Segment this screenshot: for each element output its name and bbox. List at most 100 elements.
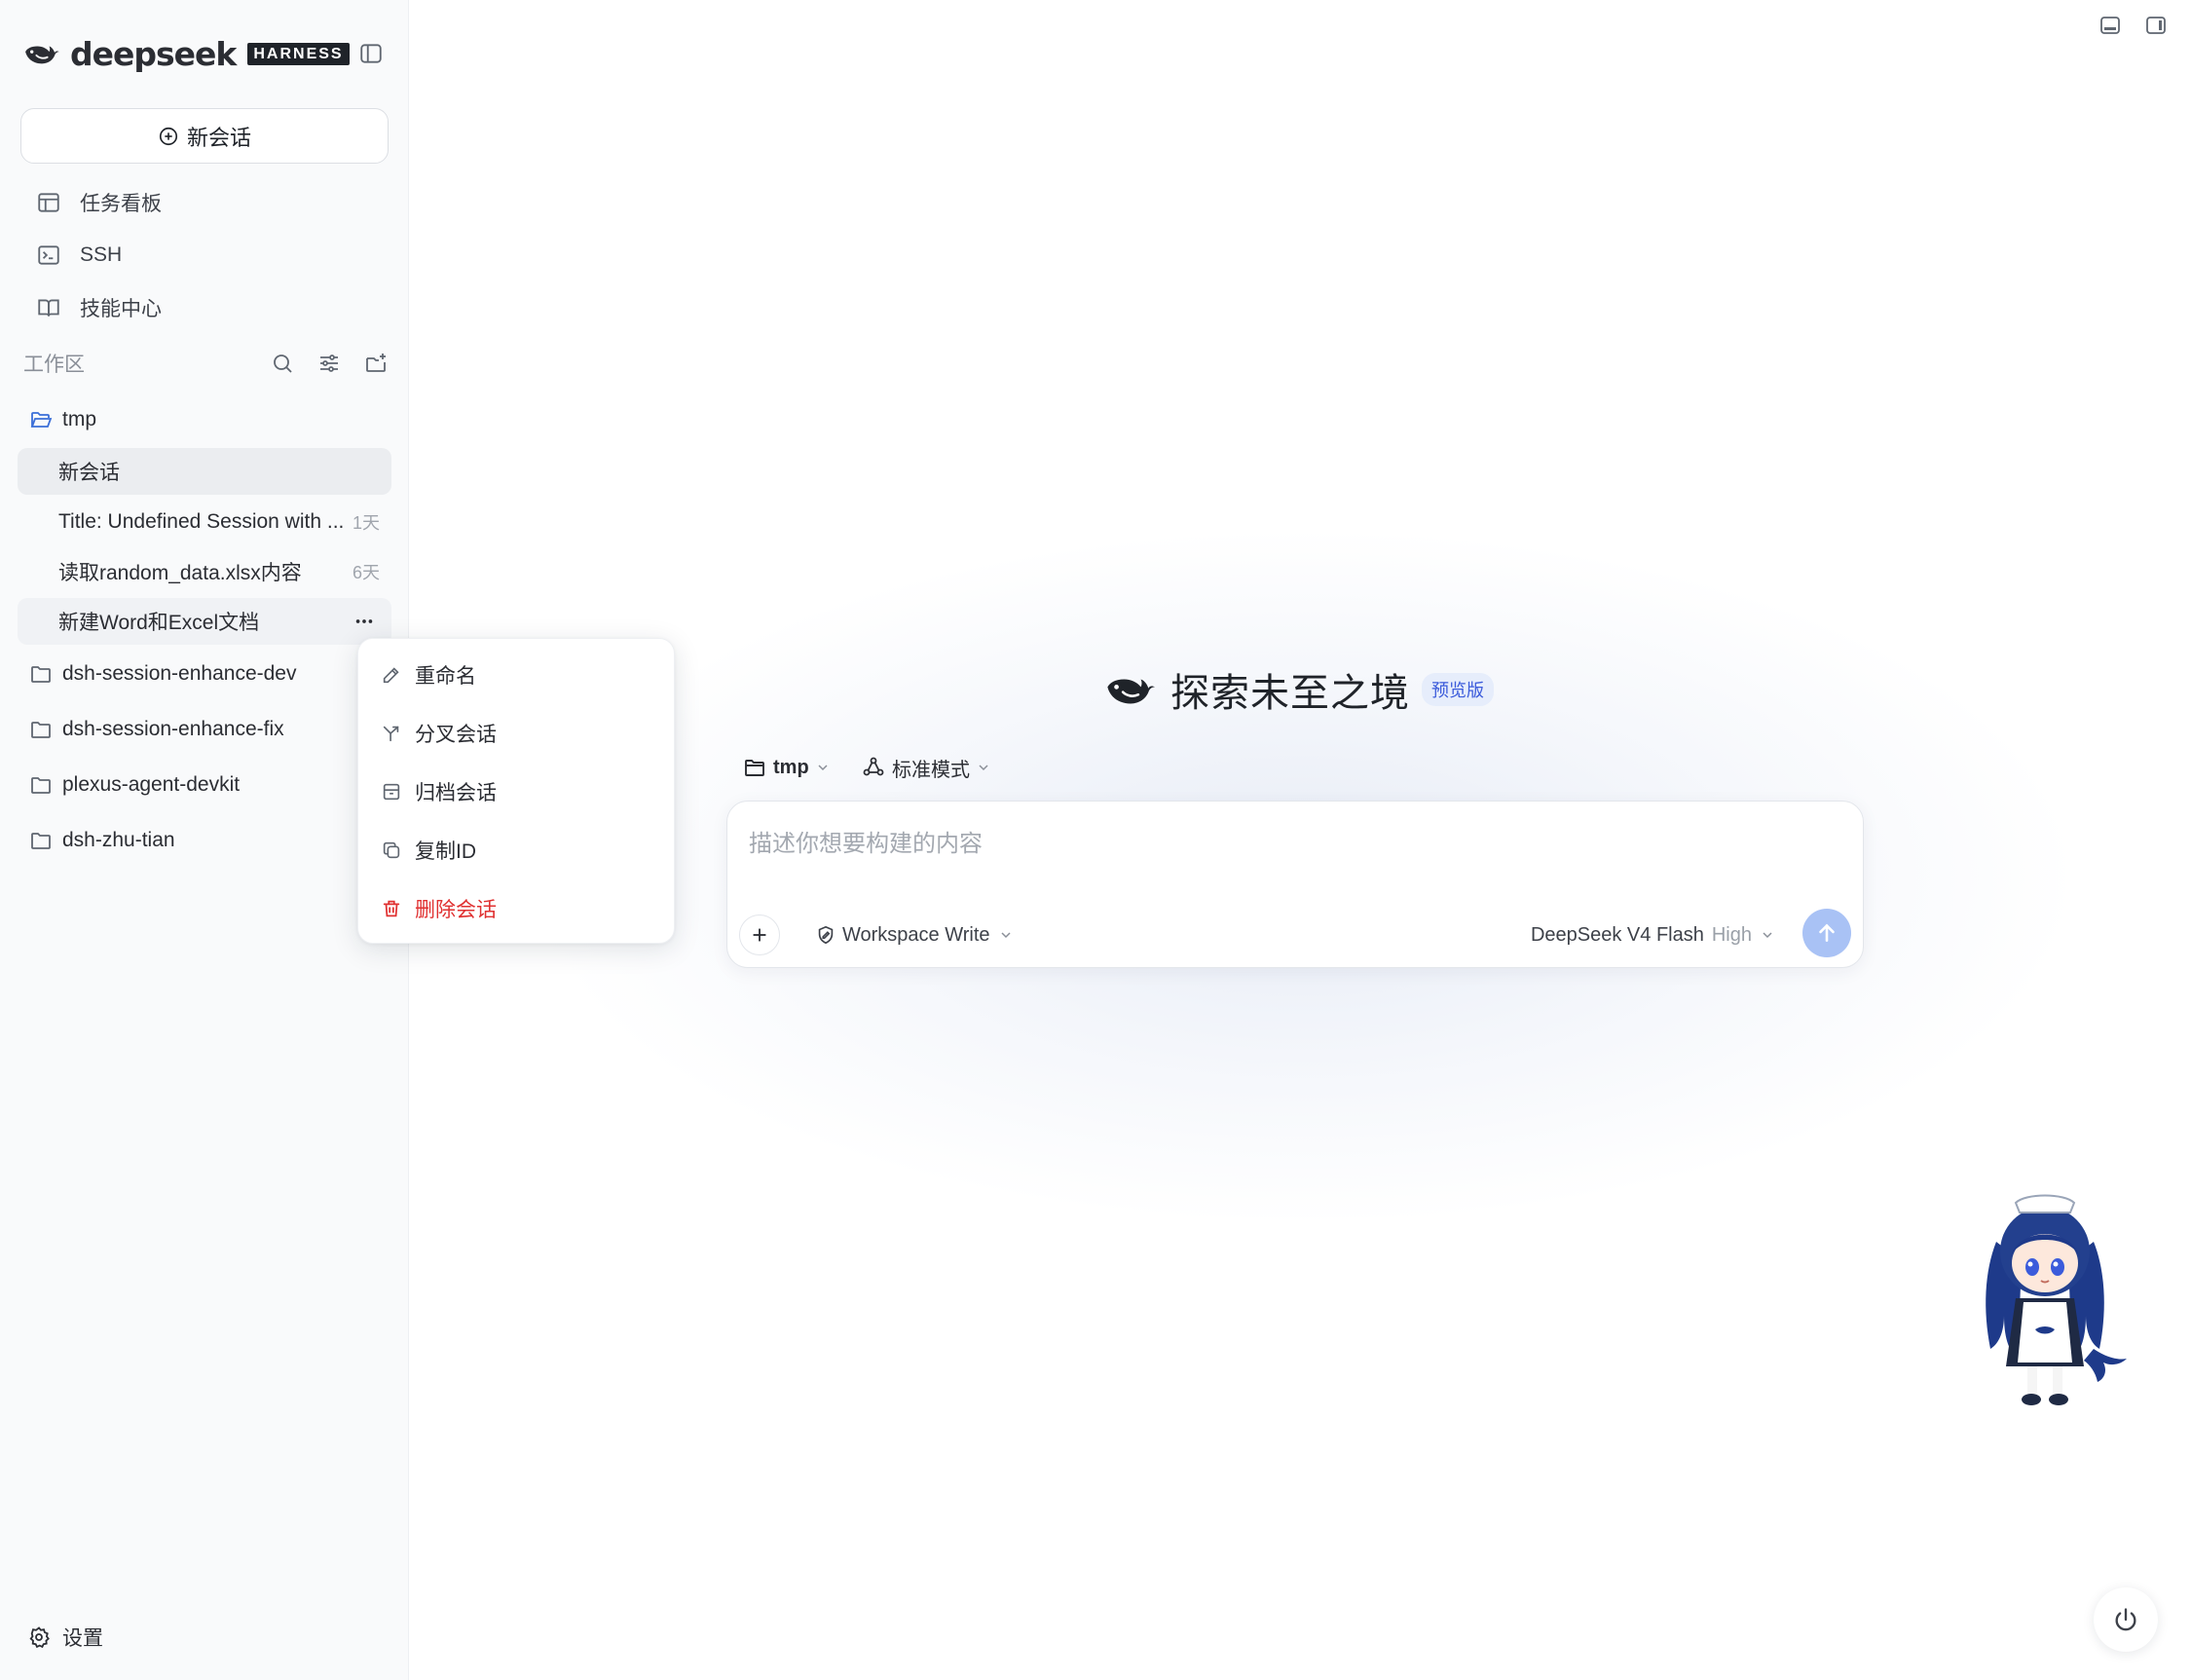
model-name: DeepSeek V4 Flash	[1530, 923, 1704, 946]
archive-icon	[378, 778, 405, 805]
prompt-input[interactable]	[749, 825, 1839, 864]
book-icon	[35, 294, 62, 321]
nav-item-ssh[interactable]: SSH	[35, 236, 122, 275]
folder-item[interactable]: dsh-zhu-tian	[27, 821, 378, 860]
session-context-menu: 重命名 分叉会话 归档会话 复制ID 删除会话	[357, 638, 675, 944]
mode-picker-label: 标准模式	[892, 759, 970, 781]
menu-item-delete[interactable]: 删除会话	[378, 887, 660, 930]
menu-item-label: 复制ID	[415, 840, 476, 863]
session-more-button[interactable]	[349, 606, 380, 637]
folder-name: dsh-session-enhance-dev	[62, 662, 297, 685]
folder-item[interactable]: plexus-agent-devkit	[27, 765, 378, 804]
mode-picker[interactable]: 标准模式	[861, 750, 991, 785]
chevron-down-icon	[818, 765, 828, 771]
folder-picker[interactable]: tmp	[742, 750, 831, 785]
session-item[interactable]: 新会话	[18, 448, 391, 495]
session-item[interactable]: 读取random_data.xlsx内容 6天	[18, 548, 391, 595]
menu-item-label: 重命名	[415, 665, 476, 688]
folder-item[interactable]: dsh-session-enhance-dev	[27, 654, 378, 693]
sidebar: deepseek HARNESS 新会话 任务看板 SSH 技能中心 工作区 t…	[0, 0, 409, 1680]
settings-label: 设置	[62, 1627, 103, 1650]
toggle-right-panel-button[interactable]	[2140, 10, 2172, 41]
new-chat-label: 新会话	[186, 125, 251, 150]
collapse-sidebar-button[interactable]	[356, 39, 386, 68]
folder-icon	[742, 755, 767, 780]
folder-name: plexus-agent-devkit	[62, 773, 241, 796]
workspace-search-button[interactable]	[269, 350, 296, 377]
folder-tmp[interactable]: tmp	[27, 400, 378, 439]
folder-open-icon	[27, 406, 55, 433]
session-age: 1天	[352, 513, 380, 533]
bottom-panel-icon	[2100, 17, 2120, 34]
menu-item-archive[interactable]: 归档会话	[378, 770, 660, 813]
folder-picker-label: tmp	[773, 756, 809, 778]
workspace-new-folder-button[interactable]	[362, 350, 390, 377]
brand-name: deepseek	[70, 34, 237, 73]
session-item[interactable]: Title: Undefined Session with ... 1天	[18, 499, 391, 545]
session-title: 新建Word和Excel文档	[58, 612, 260, 634]
workspace-title: 工作区	[23, 354, 85, 376]
sidebar-toggle-icon	[360, 44, 382, 63]
hero-title: 探索未至之境	[1170, 672, 1410, 715]
session-title: Title: Undefined Session with ...	[58, 510, 343, 533]
fork-icon	[378, 720, 405, 747]
whale-logo-icon	[25, 46, 59, 64]
arrow-up-icon	[1819, 923, 1835, 942]
composer: Workspace Write DeepSeek V4 Flash High	[726, 801, 1864, 968]
permission-picker[interactable]: Workspace Write	[815, 918, 1014, 952]
chevron-down-icon	[1001, 932, 1011, 939]
brand-badge: HARNESS	[247, 42, 350, 65]
power-button[interactable]	[2094, 1587, 2158, 1652]
power-icon	[2115, 1608, 2136, 1631]
send-button[interactable]	[1802, 909, 1851, 957]
shield-edit-icon	[818, 925, 834, 945]
session-title: 读取random_data.xlsx内容	[58, 562, 302, 584]
menu-item-copy-id[interactable]: 复制ID	[378, 829, 660, 872]
menu-item-rename[interactable]: 重命名	[378, 653, 660, 696]
workspace-filter-button[interactable]	[316, 350, 343, 377]
menu-item-label: 归档会话	[415, 782, 497, 804]
session-title: 新会话	[58, 462, 120, 484]
model-picker[interactable]: DeepSeek V4 Flash High	[1531, 918, 1775, 952]
folder-name: dsh-session-enhance-fix	[62, 718, 284, 740]
kanban-icon	[35, 189, 62, 216]
plus-icon	[753, 928, 766, 942]
folder-name: tmp	[62, 408, 97, 430]
folder-name: dsh-zhu-tian	[62, 829, 175, 851]
new-folder-icon	[366, 354, 386, 372]
filter-icon	[320, 355, 338, 372]
attach-button[interactable]	[739, 915, 780, 955]
menu-item-label: 删除会话	[415, 899, 497, 921]
trash-icon	[378, 895, 405, 922]
settings-button[interactable]: 设置	[25, 1621, 103, 1654]
folder-icon	[27, 716, 55, 743]
folder-icon	[27, 660, 55, 688]
effort-level: High	[1711, 923, 1752, 946]
nav-item-skills[interactable]: 技能中心	[35, 288, 162, 327]
hero: 探索未至之境 预览版	[1104, 662, 1494, 717]
permission-label: Workspace Write	[842, 923, 990, 946]
copy-icon	[378, 837, 405, 864]
new-chat-button[interactable]: 新会话	[20, 108, 389, 164]
brand: deepseek HARNESS	[23, 34, 350, 73]
nav-item-kanban[interactable]: 任务看板	[35, 183, 162, 222]
pencil-icon	[378, 661, 405, 689]
mode-icon	[861, 755, 886, 780]
chevron-down-icon	[979, 765, 988, 771]
folder-item[interactable]: dsh-session-enhance-fix	[27, 710, 378, 749]
chevron-down-icon	[1763, 932, 1772, 939]
session-age: 6天	[352, 563, 380, 582]
folder-icon	[27, 771, 55, 799]
terminal-icon	[35, 242, 62, 269]
whale-logo-icon	[1107, 679, 1155, 704]
search-icon	[274, 355, 292, 373]
plus-circle-icon	[159, 127, 178, 145]
nav-item-label: 技能中心	[80, 298, 162, 320]
folder-icon	[27, 827, 55, 854]
toggle-bottom-panel-button[interactable]	[2095, 10, 2126, 41]
nav-item-label: SSH	[80, 243, 123, 266]
menu-item-fork[interactable]: 分叉会话	[378, 712, 660, 755]
session-item[interactable]: 新建Word和Excel文档	[18, 598, 391, 645]
right-panel-icon	[2146, 17, 2166, 34]
gear-icon	[25, 1624, 53, 1651]
